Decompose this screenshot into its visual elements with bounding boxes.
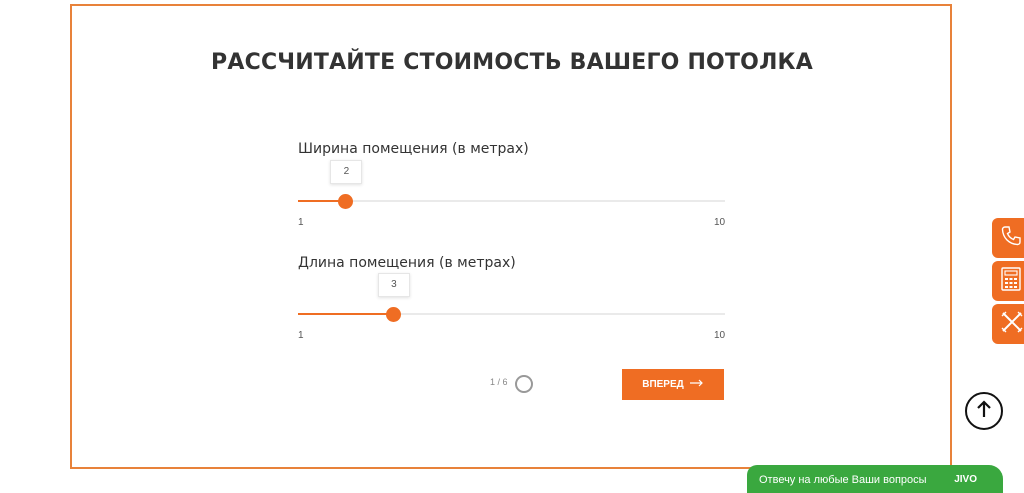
page-title: РАССЧИТАЙТЕ СТОИМОСТЬ ВАШЕГО ПОТОЛКА <box>211 50 813 75</box>
chat-brand: JIVO <box>954 474 977 485</box>
width-max-label: 10 <box>714 217 726 228</box>
next-button[interactable]: ВПЕРЕД <box>622 369 724 400</box>
chat-text: Отвечу на любые Ваши вопросы <box>759 474 927 486</box>
width-slider[interactable]: 2 <box>298 160 725 216</box>
length-max-label: 10 <box>714 330 726 341</box>
progress-ring-icon <box>515 375 533 393</box>
measure-button[interactable] <box>992 304 1024 344</box>
arrow-right-icon <box>689 379 704 390</box>
length-label: Длина помещения (в метрах) <box>298 255 516 271</box>
slider-fill <box>298 313 393 315</box>
width-min-label: 1 <box>298 217 304 228</box>
slider-track <box>298 200 725 202</box>
slider-thumb[interactable] <box>338 194 354 209</box>
width-label: Ширина помещения (в метрах) <box>298 141 529 157</box>
phone-icon <box>1000 225 1022 252</box>
slider-value-bubble: 2 <box>330 160 363 184</box>
calculator-button[interactable] <box>992 261 1024 301</box>
arrow-up-icon <box>975 399 993 424</box>
length-min-label: 1 <box>298 330 304 341</box>
tools-icon <box>1000 310 1024 339</box>
next-button-label: ВПЕРЕД <box>642 379 684 390</box>
slider-thumb[interactable] <box>385 307 401 322</box>
call-button[interactable] <box>992 218 1024 258</box>
slider-value-bubble: 3 <box>377 273 410 297</box>
length-slider[interactable]: 3 <box>298 273 725 329</box>
scroll-top-button[interactable] <box>965 392 1003 430</box>
chat-widget[interactable]: Отвечу на любые Ваши вопросы JIVO <box>747 465 1003 493</box>
calculator-icon <box>1000 266 1022 296</box>
step-indicator: 1 / 6 <box>490 377 508 387</box>
